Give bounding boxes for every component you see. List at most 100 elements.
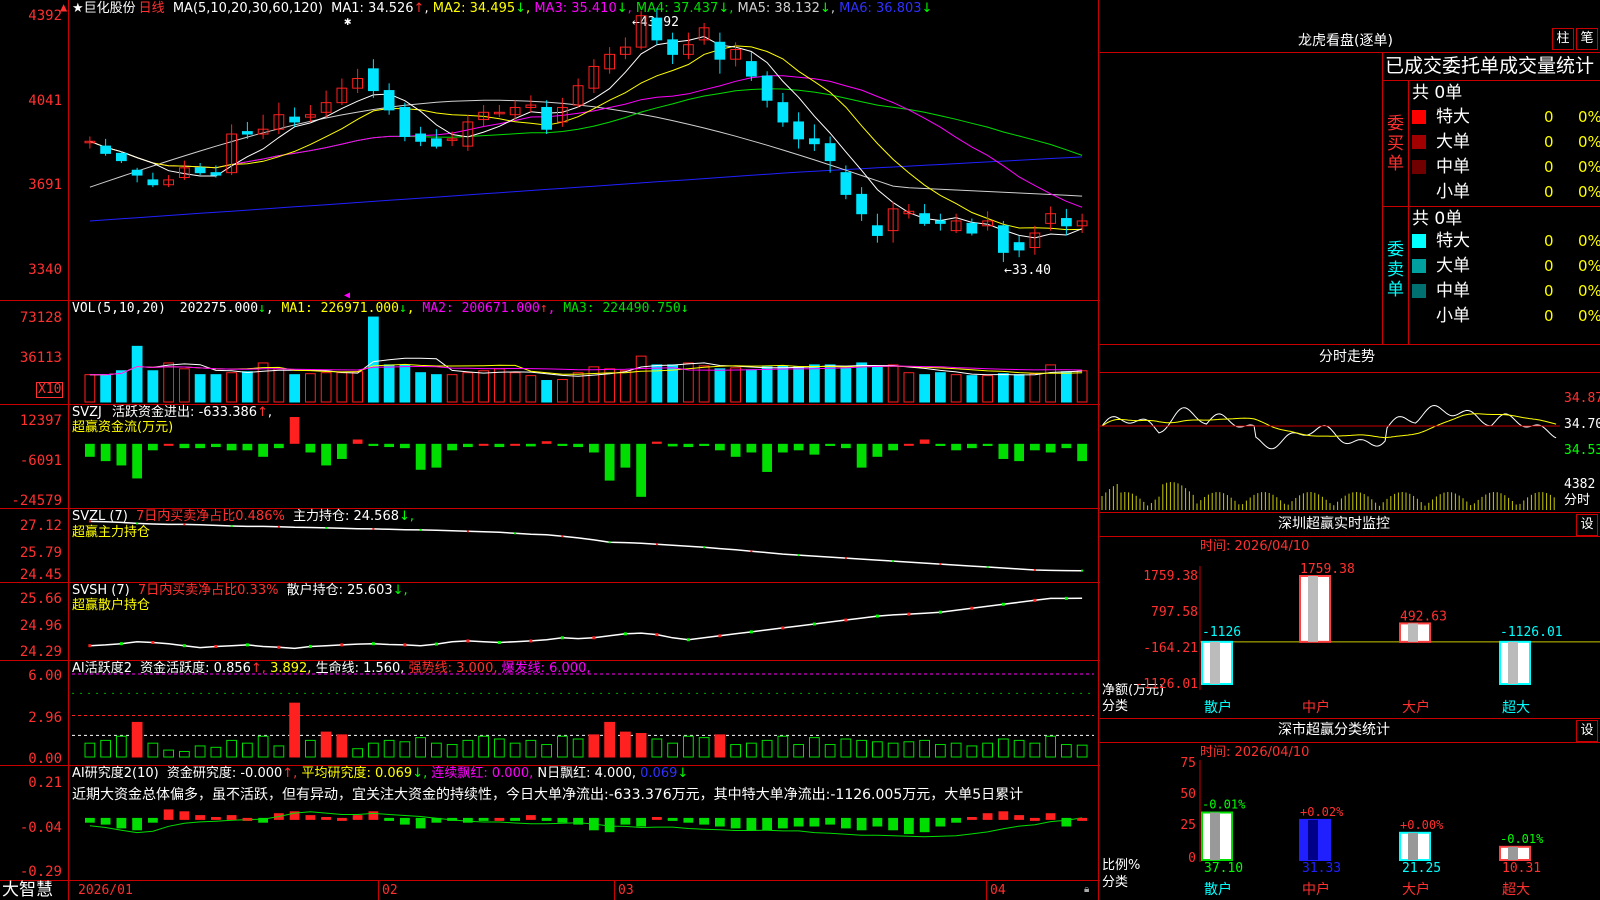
svzl-dot (1081, 569, 1084, 572)
flow-bar (273, 443, 284, 449)
candle-body (147, 179, 159, 186)
volume-bar (871, 366, 883, 403)
activity-bar (966, 745, 978, 758)
flow-bar (100, 443, 111, 462)
candle-body (1060, 218, 1072, 227)
activity-bar (226, 739, 238, 758)
sz-class-y-tick: 0 (1188, 851, 1196, 866)
volume-bar (572, 372, 584, 403)
volume-bar (147, 370, 159, 403)
flow-bar (856, 443, 867, 468)
activity-bar (997, 738, 1009, 758)
svsh-dot (1064, 596, 1068, 600)
activity-bar (604, 721, 616, 758)
candle-body (1013, 242, 1025, 251)
candle-body (997, 225, 1009, 253)
activity-bar (919, 739, 931, 758)
sz-monitor-y-tick: 797.58 (1151, 605, 1198, 620)
volume-bar (588, 366, 600, 403)
activity-bar (399, 741, 411, 758)
activity-bar (352, 748, 364, 758)
sz-class-bar-shade (1210, 812, 1220, 860)
sz-monitor-bar-shade (1408, 623, 1418, 642)
flow-bar (510, 443, 521, 446)
svzl-dot (136, 522, 139, 525)
svzl-dot (325, 526, 328, 529)
svsh-dot (245, 643, 249, 647)
activity-bar (1045, 735, 1057, 758)
research-bar (793, 818, 804, 827)
flow-bar (132, 443, 143, 479)
volume-bar (100, 374, 112, 403)
sz-class-value-label: 31.33 (1302, 861, 1341, 876)
activity-bar (289, 702, 301, 758)
svsh-dot (970, 606, 974, 610)
svsh-dot (686, 638, 690, 642)
candle-body (383, 90, 395, 111)
svsh-dot (340, 643, 344, 647)
candle-body (934, 220, 946, 224)
research-bar (856, 818, 867, 831)
volume-bar (241, 371, 253, 403)
volume-bar (273, 368, 285, 403)
sz-class-bar-shade (1408, 832, 1418, 860)
svsh-dot (749, 630, 753, 634)
sz-class-change-label: -0.01% (1500, 832, 1544, 846)
activity-bar (556, 735, 568, 758)
sz-monitor-bar-shade (1508, 641, 1518, 684)
right-charts-svg: 1759.38 797.58 -164.21 -1126.01 -1126 散户 1759.… (1100, 404, 1600, 898)
volume-bar (950, 374, 962, 403)
activity-bar (635, 732, 647, 758)
activity-bar (415, 737, 427, 758)
activity-bar (304, 739, 316, 758)
svzl-dot (277, 525, 280, 528)
sz-monitor-cat-label: 大户 (1402, 699, 1430, 716)
candle-body (541, 106, 553, 130)
flow-bar (888, 443, 899, 451)
chart-area[interactable]: 4392 4041 3691 3340 ▲ ★巨化股份 日线 MA(5,10,20… (0, 0, 1100, 900)
volume-bar (934, 372, 946, 403)
flow-bar (793, 443, 804, 451)
svzl-dot (892, 560, 895, 563)
research-bar (179, 811, 190, 819)
research-bar (777, 818, 788, 829)
flow-bar (730, 443, 741, 457)
flow-bar (1014, 443, 1025, 462)
activity-bar (210, 746, 222, 758)
candle-body (289, 116, 301, 123)
svsh-dot (371, 642, 375, 646)
activity-bar (651, 738, 663, 758)
flow-bar (573, 443, 584, 448)
volume-bar (415, 372, 427, 403)
candle-body (840, 172, 852, 195)
svsh-dot (119, 642, 123, 646)
svzl-dot (655, 543, 658, 546)
sz-monitor-bar-label: -1126.01 (1500, 625, 1563, 640)
activity-bar (745, 742, 757, 758)
activity-bar (115, 735, 127, 758)
candle-body (241, 131, 253, 135)
svsh-dot (214, 644, 218, 648)
activity-bar (273, 745, 285, 758)
volume-bar (1060, 371, 1072, 403)
sz-monitor-cat-label: 散户 (1204, 699, 1232, 716)
volume-bar (1076, 370, 1088, 403)
flow-bar (147, 443, 158, 451)
volume-bar (793, 366, 805, 403)
research-bar (636, 818, 647, 827)
activity-bar (163, 749, 175, 758)
flow-bar (289, 417, 300, 444)
flow-bar (903, 443, 914, 446)
volume-bar (289, 374, 301, 403)
ma2-line (89, 45, 1083, 231)
svsh-dot (781, 626, 785, 630)
sz-class-change-label: +0.00% (1400, 818, 1444, 832)
activity-bar (541, 744, 553, 758)
sz-class-value-label: 10.31 (1502, 861, 1541, 876)
research-bar (132, 818, 143, 831)
flow-bar (919, 439, 930, 444)
flow-bar (478, 443, 489, 446)
svzl-dot (88, 520, 91, 523)
svzl-dot (514, 532, 517, 535)
candle-body (793, 121, 805, 140)
